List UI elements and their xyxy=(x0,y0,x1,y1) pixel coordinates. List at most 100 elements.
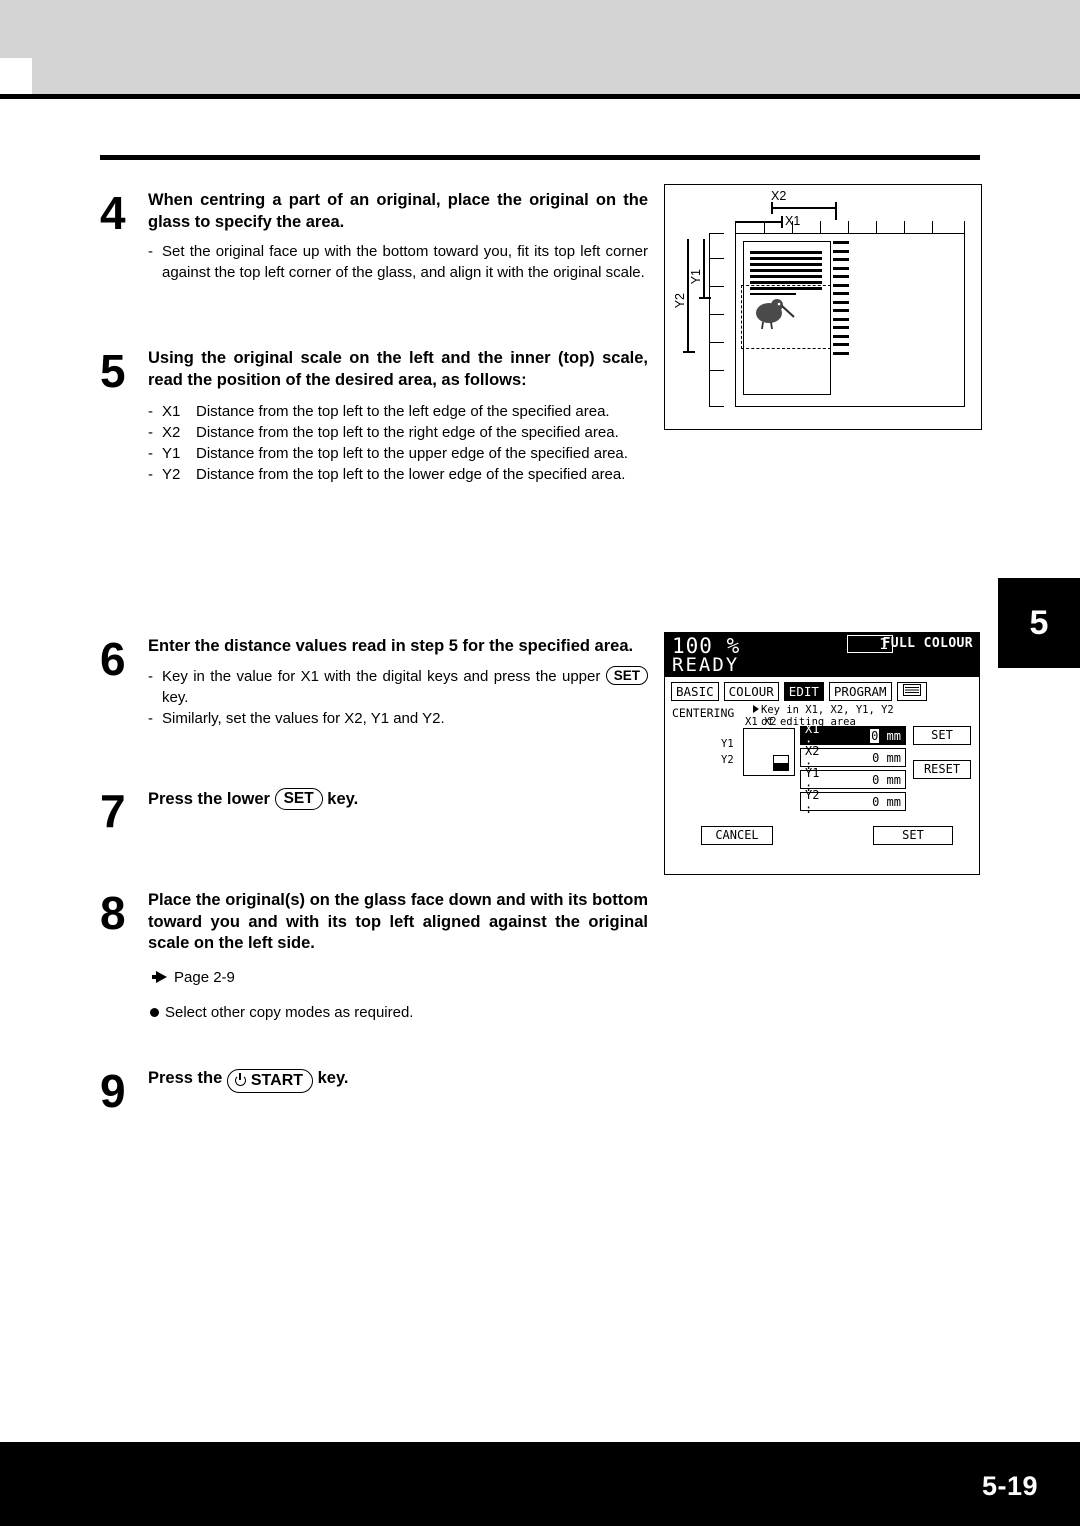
step-4-title: When centring a part of an original, pla… xyxy=(148,191,648,231)
arrow-right-icon xyxy=(156,971,167,983)
y1-field-unit: mm xyxy=(886,772,901,787)
step-9-title-pre: Press the xyxy=(148,1069,227,1087)
step-4: 4 When centring a part of an original, p… xyxy=(100,190,648,283)
step-6-bullet-2-text: Similarly, set the values for X2, Y1 and… xyxy=(162,709,445,727)
set-key-cap: SET xyxy=(605,665,648,685)
y2-field-label: Y2 : xyxy=(805,787,820,816)
definition-y1: - Y1 Distance from the top left to the up… xyxy=(148,443,648,464)
y2-field-value: 0 mm xyxy=(831,795,905,809)
power-icon xyxy=(234,1073,247,1086)
step-6-title: Enter the distance values read in step 5… xyxy=(148,637,634,655)
start-key-cap: START xyxy=(226,1069,314,1093)
step-9-title-post: key. xyxy=(313,1069,349,1087)
lcd-touch-panel[interactable]: 100 % READY 1 FULL COLOUR BASIC COLOUR E… xyxy=(664,632,980,875)
definition-y1-label: Y1 xyxy=(162,445,181,462)
reset-value-button[interactable]: RESET xyxy=(913,760,971,779)
tab-basic[interactable]: BASIC xyxy=(671,682,719,701)
y1-field-number: 0 xyxy=(872,772,880,787)
x2-dimension-tick-right xyxy=(835,202,837,220)
bullet-dash: - xyxy=(148,466,153,483)
step-6-bullet-1-pre: Key in the value for X1 with the digital… xyxy=(162,667,606,685)
x1-dimension-line xyxy=(735,221,783,223)
definition-x1: - X1 Distance from the top left to the le… xyxy=(148,401,648,422)
step-6-bullet-1: - Key in the value for X1 with the digit… xyxy=(148,665,648,708)
diagram-top-label: X1 X2 xyxy=(745,716,777,728)
cancel-button[interactable]: CANCEL xyxy=(701,826,773,845)
tab-edit[interactable]: EDIT xyxy=(783,682,824,701)
step-9: 9 Press the START key. xyxy=(100,1068,648,1114)
hint-arrow-icon xyxy=(753,705,759,713)
step-6: 6 Enter the distance values read in step… xyxy=(100,636,648,729)
tab-others-icon[interactable] xyxy=(896,682,927,701)
definition-y2: - Y2 Distance from the top left to the lo… xyxy=(148,464,648,485)
confirm-set-button[interactable]: SET xyxy=(873,826,953,845)
step-9-title: Press the START key. xyxy=(148,1068,648,1093)
bullet-dot-icon xyxy=(150,1007,159,1017)
x2-dimension-line xyxy=(771,207,837,209)
tab-program[interactable]: PROGRAM xyxy=(828,682,892,701)
set-key-cap: SET xyxy=(274,788,323,810)
step-8-number: 8 xyxy=(100,887,126,939)
page-top-band xyxy=(0,0,1080,58)
lcd-content-area: CENTERING Key in X1, X2, Y1, Y2 of editi… xyxy=(665,704,979,872)
step-8: 8 Place the original(s) on the glass fac… xyxy=(100,890,648,1023)
x2-dimension-tick-left xyxy=(771,202,773,214)
y1-dimension-line xyxy=(703,239,705,299)
x2-field[interactable]: X2 : 0 mm xyxy=(800,744,906,772)
x2-field-number: 0 xyxy=(872,750,880,765)
page-top-rule xyxy=(0,94,1080,99)
page-top-band-secondary xyxy=(32,58,1080,94)
lcd-tab-bar: BASIC COLOUR EDIT PROGRAM xyxy=(665,677,979,704)
kiwi-bird-illustration xyxy=(756,299,795,330)
edit-mode-label: CENTERING xyxy=(672,706,735,720)
lcd-status-bar: 100 % READY 1 FULL COLOUR xyxy=(665,633,979,677)
bullet-dash: - xyxy=(148,424,153,441)
bullet-dash: - xyxy=(148,243,153,260)
step-7-number: 7 xyxy=(100,785,126,837)
bullet-dash: - xyxy=(148,445,153,462)
start-key-label: START xyxy=(250,1072,304,1089)
section-header-rule xyxy=(100,155,980,160)
definition-x2: - X2 Distance from the top left to the ri… xyxy=(148,422,648,443)
step-8-reference: Page 2-9 xyxy=(152,967,648,988)
chapter-tab: 5 xyxy=(998,578,1080,668)
x2-field-unit: mm xyxy=(886,750,901,765)
bullet-dash: - xyxy=(148,709,153,727)
bullet-dash: - xyxy=(148,667,153,685)
y2-dimension-line xyxy=(687,239,689,353)
step-8-note: Select other copy modes as required. xyxy=(150,1002,648,1023)
y2-field-unit: mm xyxy=(886,794,901,809)
x1-field-unit: mm xyxy=(886,728,901,743)
area-preview-diagram xyxy=(743,728,795,776)
definition-y2-label: Y2 xyxy=(162,466,181,483)
y2-field[interactable]: Y2 : 0 mm xyxy=(800,788,906,816)
definition-y2-text: Distance from the top left to the lower … xyxy=(196,466,626,483)
x1-label: X1 xyxy=(785,214,801,228)
definition-x2-text: Distance from the top left to the right … xyxy=(196,424,619,441)
step-6-number: 6 xyxy=(100,633,126,685)
definition-y1-text: Distance from the top left to the upper … xyxy=(196,445,628,462)
step-8-note-text: Select other copy modes as required. xyxy=(165,1003,414,1021)
step-7-title-pre: Press the lower xyxy=(148,790,275,808)
area-preview-marker xyxy=(773,755,789,771)
x1-field[interactable]: X1 : 0 mm xyxy=(800,722,906,750)
x2-label: X2 xyxy=(771,189,787,203)
y2-dimension-tick-bottom xyxy=(683,351,695,353)
x2-field-value: 0 mm xyxy=(831,751,905,765)
step-6-bullet-2: - Similarly, set the values for X2, Y1 a… xyxy=(148,708,648,729)
page-number: 5-19 xyxy=(981,1471,1038,1501)
y2-field-number: 0 xyxy=(872,794,880,809)
tab-colour[interactable]: COLOUR xyxy=(723,682,779,701)
y1-field-value: 0 mm xyxy=(831,773,905,787)
y1-field[interactable]: Y1 : 0 mm xyxy=(800,766,906,794)
y1-label: Y1 xyxy=(689,269,703,285)
set-value-button[interactable]: SET xyxy=(913,726,971,745)
definition-x1-label: X1 xyxy=(162,403,181,420)
y1-dimension-tick-bottom xyxy=(699,297,711,299)
document-side-marks xyxy=(833,241,849,393)
instruction-hint-line1: Key in X1, X2, Y1, Y2 xyxy=(761,704,894,716)
y2-label: Y2 xyxy=(673,293,687,309)
diagram-y1-label: Y1 xyxy=(721,738,734,750)
diagram-y2-label: Y2 xyxy=(721,754,734,766)
step-5: 5 Using the original scale on the left a… xyxy=(100,348,648,485)
